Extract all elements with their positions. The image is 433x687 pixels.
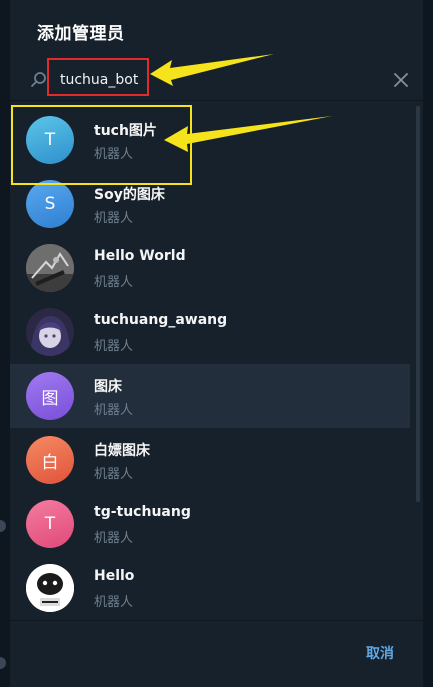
bot-status: 机器人	[94, 339, 134, 354]
bot-status: 机器人	[94, 595, 134, 610]
bot-status: 机器人	[94, 467, 134, 482]
footer-divider	[10, 620, 423, 621]
add-admin-dialog: 添加管理员 tuchua_bot T tuch图片 机器人 S Soy的图床 机…	[10, 0, 423, 687]
background-app-left	[0, 0, 10, 687]
bot-name: Soy的图床	[94, 187, 165, 203]
avatar-initial: 白	[41, 452, 59, 473]
avatar-initial: 图	[41, 388, 59, 409]
annotation-arrow-icon	[164, 116, 332, 152]
avatar-photo	[26, 564, 74, 612]
avatar: S	[26, 180, 74, 228]
avatar-photo	[26, 244, 74, 292]
background-avatar	[0, 520, 6, 532]
bot-status: 机器人	[94, 275, 134, 290]
list-item[interactable]: Hello 机器人	[10, 556, 410, 620]
bot-name: Hello	[94, 568, 135, 584]
avatar-initial: T	[44, 514, 56, 534]
avatar: 白	[26, 436, 74, 484]
avatar: T	[26, 500, 74, 548]
dialog-title: 添加管理员	[37, 24, 125, 44]
list-item[interactable]: T tg-tuchuang 机器人	[10, 492, 410, 556]
background-app-right	[423, 0, 433, 687]
bot-name: tuchuang_awang	[94, 312, 228, 328]
search-icon	[31, 72, 46, 87]
list-item[interactable]: 图 图床 机器人	[10, 364, 410, 428]
scrollbar[interactable]	[416, 106, 420, 502]
avatar: 图	[26, 372, 74, 420]
bot-status: 机器人	[94, 403, 134, 418]
search-highlight-box	[47, 58, 149, 96]
cancel-button[interactable]: 取消	[366, 643, 394, 663]
list-item[interactable]: Hello World 机器人	[10, 236, 410, 300]
list-item[interactable]: tuchuang_awang 机器人	[10, 300, 410, 364]
bot-name: 图床	[94, 379, 122, 395]
avatar-initial: S	[44, 194, 56, 214]
bot-name: tg-tuchuang	[94, 504, 191, 520]
bot-name: Hello World	[94, 248, 186, 264]
annotation-arrow-icon	[150, 54, 274, 86]
avatar-photo	[26, 308, 74, 356]
bot-name: 白嫖图床	[94, 443, 150, 459]
background-avatar	[0, 657, 6, 669]
close-icon[interactable]	[393, 72, 409, 88]
bot-status: 机器人	[94, 531, 134, 546]
list-item[interactable]: 白 白嫖图床 机器人	[10, 428, 410, 492]
bot-status: 机器人	[94, 211, 134, 226]
